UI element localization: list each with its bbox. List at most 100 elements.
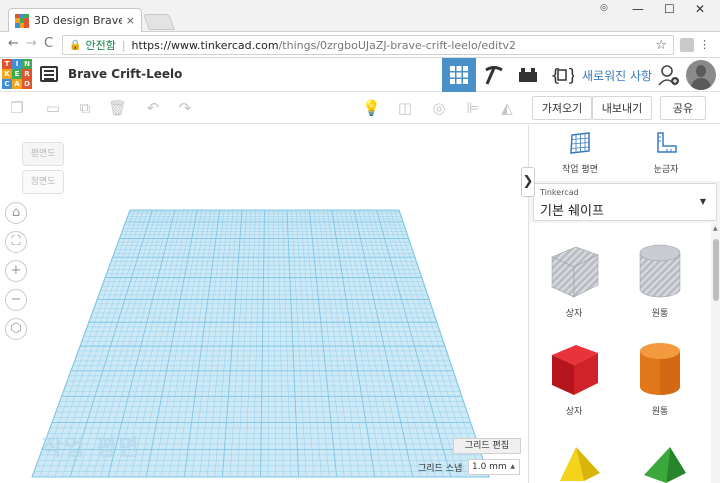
codeblocks-view-button[interactable]: { } xyxy=(545,58,579,92)
logo-letter: D xyxy=(22,79,32,89)
work-plane-label: 작업 평면 xyxy=(42,436,141,461)
logo-letter: A xyxy=(12,79,22,89)
bricks-view-button[interactable] xyxy=(511,58,545,92)
logo-letter: K xyxy=(2,69,12,79)
mirror-icon[interactable]: ◭ xyxy=(498,99,516,117)
forward-button[interactable]: → xyxy=(26,36,37,51)
shape-box[interactable]: 상자 xyxy=(539,339,609,417)
url-path: /things/0zrgboUJaZJ-brave-crift-leelo/ed… xyxy=(278,38,517,52)
home-view-icon[interactable]: ⌂ xyxy=(5,202,27,224)
3d-design-view-button[interactable] xyxy=(442,58,476,92)
panel-tools: 작업 평면 눈금자 xyxy=(529,125,720,181)
ungroup-icon[interactable]: ◎ xyxy=(430,99,448,117)
striped-cylinder-icon xyxy=(639,244,681,298)
light-bulb-icon[interactable]: 💡 xyxy=(362,99,381,117)
shape-label: 상자 xyxy=(565,309,583,319)
minimize-button[interactable]: — xyxy=(632,2,644,16)
workplane-label: 작업 평면 xyxy=(562,165,598,175)
edit-grid-button[interactable]: 그리드 편집 xyxy=(453,438,521,454)
logo-letter: R xyxy=(22,69,32,79)
import-button[interactable]: 가져오기 xyxy=(532,96,592,120)
logo-letter: I xyxy=(12,59,22,69)
shapes-panel: 작업 평면 눈금자 Tinkercad 기본 쉐이프 ▼ 상자 원통 상자 원통… xyxy=(528,125,720,483)
profile-icon[interactable]: ◎ xyxy=(600,3,608,13)
export-button[interactable]: 내보내기 xyxy=(592,96,652,120)
reload-button[interactable]: C xyxy=(44,36,53,51)
shape-label: 원통 xyxy=(651,407,669,417)
add-user-icon[interactable] xyxy=(658,64,680,90)
tinkercad-logo[interactable]: TINKERCAD xyxy=(2,59,32,89)
tab-close-icon[interactable]: × xyxy=(126,14,135,27)
fit-view-icon[interactable]: ⛶ xyxy=(5,231,27,253)
secure-label: 안전함 xyxy=(85,39,116,52)
workplane-tool[interactable]: 작업 평면 xyxy=(545,131,615,175)
bookmark-star-icon[interactable]: ☆ xyxy=(655,38,667,53)
zoom-in-icon[interactable]: + xyxy=(5,260,27,282)
browser-titlebar: 3D design Brave Crift-Le × ◎ — ☐ ✕ xyxy=(0,0,720,32)
new-features-link[interactable]: 새로워진 사항 xyxy=(582,67,652,84)
view-cube[interactable]: 평면도 정면도 xyxy=(20,140,66,194)
delete-icon[interactable]: 🗑 xyxy=(108,99,127,117)
snap-grid-select[interactable]: 1.0 mm xyxy=(468,459,520,475)
ruler-label: 눈금자 xyxy=(653,165,679,175)
edit-toolbar: ❐ ▭ ⧉ 🗑 ↶ ↷ 💡 ◫ ◎ ⊫ ◭ 가져오기 내보내기 공유 xyxy=(0,92,720,124)
paste-icon[interactable]: ▭ xyxy=(44,99,62,117)
maximize-button[interactable]: ☐ xyxy=(664,2,675,16)
group-icon[interactable]: ◫ xyxy=(396,99,414,117)
tab-title: 3D design Brave Crift-Le xyxy=(34,14,122,27)
view-cube-front[interactable]: 정면도 xyxy=(22,170,64,194)
url-text: https://www.tinkercad.com/things/0zrgboU… xyxy=(132,39,656,52)
brick-icon xyxy=(519,68,537,82)
app-header: TINKERCAD Brave Crift-Leelo { } 새로워진 사항 xyxy=(0,58,720,92)
logo-letter: T xyxy=(2,59,12,69)
project-name[interactable]: Brave Crift-Leelo xyxy=(68,67,182,81)
zoom-out-icon[interactable]: − xyxy=(5,289,27,311)
workplane-icon xyxy=(570,132,590,154)
share-button[interactable]: 공유 xyxy=(660,96,706,120)
url-input[interactable]: 🔒 안전함 | https://www.tinkercad.com/things… xyxy=(62,35,674,55)
url-separator: | xyxy=(121,38,126,52)
snap-grid-label: 그리드 스냅 xyxy=(418,464,463,474)
browser-tab[interactable]: 3D design Brave Crift-Le × xyxy=(8,8,142,32)
url-host: https://www.tinkercad.com xyxy=(131,38,279,52)
panel-scrollbar[interactable]: ▲ xyxy=(711,223,720,483)
shape-cylinder[interactable]: 원통 xyxy=(625,339,695,417)
ruler-tool[interactable]: 눈금자 xyxy=(631,131,701,175)
shape-cylinder-hole[interactable]: 원통 xyxy=(625,241,695,319)
orange-cylinder-icon xyxy=(640,343,680,395)
browser-menu-icon[interactable]: ⋮ xyxy=(699,38,710,52)
workspace-canvas[interactable]: 평면도 정면도 ⌂ ⛶ + − ⬡ 작업 평면 그리드 편집 그리드 스냅 1.… xyxy=(0,125,528,483)
scroll-thumb[interactable] xyxy=(713,239,719,301)
grid-view-icon xyxy=(450,66,468,84)
shape-wedge[interactable] xyxy=(629,445,699,483)
new-tab-button[interactable] xyxy=(143,14,175,30)
logo-letter: C xyxy=(2,79,12,89)
scroll-up-icon[interactable]: ▲ xyxy=(713,225,718,232)
align-icon[interactable]: ⊫ xyxy=(464,99,482,117)
perspective-icon[interactable]: ⬡ xyxy=(5,318,27,340)
blocks-view-button[interactable] xyxy=(477,58,511,92)
extension-icon[interactable] xyxy=(680,38,694,52)
duplicate-icon[interactable]: ⧉ xyxy=(76,99,94,117)
shape-roof[interactable] xyxy=(547,445,617,483)
design-list-icon[interactable] xyxy=(40,66,58,82)
logo-letter: E xyxy=(12,69,22,79)
category-source: Tinkercad xyxy=(540,188,579,197)
svg-text:}: } xyxy=(567,66,574,86)
copy-icon[interactable]: ❐ xyxy=(8,99,26,117)
dropdown-arrow-icon: ▼ xyxy=(699,197,706,206)
shape-label: 상자 xyxy=(565,407,583,417)
shape-box-hole[interactable]: 상자 xyxy=(539,241,609,319)
back-button[interactable]: ← xyxy=(8,36,19,51)
shape-category-select[interactable]: Tinkercad 기본 쉐이프 ▼ xyxy=(533,183,717,221)
shapes-grid: 상자 원통 상자 원통 xyxy=(529,223,713,483)
close-window-button[interactable]: ✕ xyxy=(695,2,705,16)
striped-box-icon xyxy=(551,246,599,298)
view-cube-top[interactable]: 평면도 xyxy=(22,142,64,166)
undo-icon[interactable]: ↶ xyxy=(144,99,162,117)
logo-letter: N xyxy=(22,59,32,69)
redo-icon[interactable]: ↷ xyxy=(176,99,194,117)
shape-label: 원통 xyxy=(651,309,669,319)
user-avatar[interactable] xyxy=(686,60,716,90)
panel-collapse-chevron-icon[interactable]: ❯ xyxy=(521,167,535,197)
